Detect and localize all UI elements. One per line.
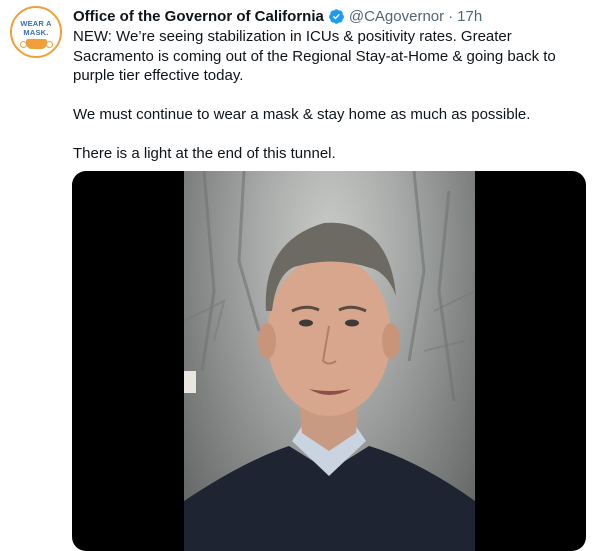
verified-badge-icon: [328, 8, 344, 24]
avatar[interactable]: WEAR A MASK.: [10, 6, 62, 58]
video-thumbnail: [184, 171, 475, 551]
tweet-paragraph: NEW: We’re seeing stabilization in ICUs …: [73, 28, 556, 84]
timestamp[interactable]: 17h: [457, 8, 482, 25]
video-frame[interactable]: [184, 171, 475, 551]
avatar-text: WEAR A MASK.: [20, 19, 52, 37]
mask-icon: [20, 39, 53, 49]
author-handle[interactable]: @CAgovernor: [349, 8, 444, 25]
author-name[interactable]: Office of the Governor of California: [73, 8, 324, 25]
tweet-text: NEW: We’re seeing stabilization in ICUs …: [73, 27, 583, 183]
more-options-icon[interactable]: [566, 7, 590, 23]
separator-dot: ·: [448, 7, 454, 25]
tweet-header: Office of the Governor of California @CA…: [73, 5, 482, 27]
video-player[interactable]: [72, 171, 586, 551]
tweet-paragraph: There is a light at the end of this tunn…: [73, 145, 336, 162]
tweet-paragraph: We must continue to wear a mask & stay h…: [73, 106, 531, 123]
